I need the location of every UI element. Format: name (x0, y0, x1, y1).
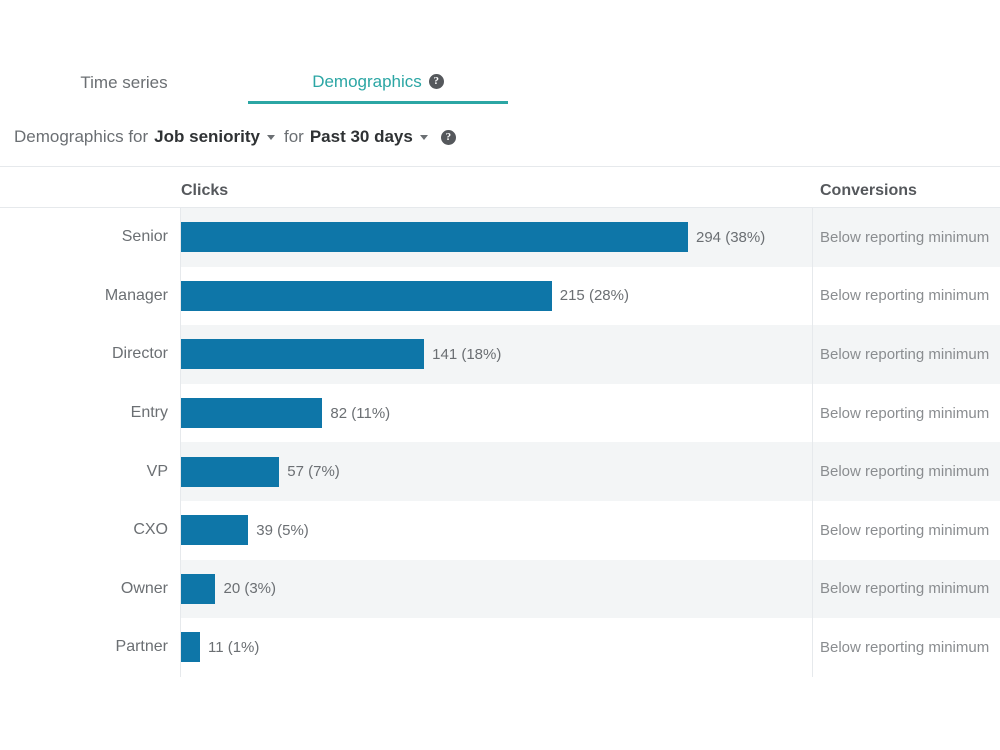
chevron-down-icon-dimension[interactable] (266, 134, 275, 140)
table-row[interactable]: Director 141 (18%) Below reporting minimum (0, 325, 1000, 384)
column-divider-right (812, 618, 813, 677)
tab-demographics[interactable]: Demographics ? (248, 66, 508, 104)
clicks-bar[interactable] (181, 222, 688, 253)
clicks-cell: 11 (1%) (181, 618, 259, 677)
clicks-cell: 57 (7%) (181, 442, 340, 501)
clicks-cell: 39 (5%) (181, 501, 309, 560)
filter-prefix-label: Demographics for (14, 127, 149, 146)
conversions-cell: Below reporting minimum (820, 521, 990, 539)
conversions-cell: Below reporting minimum (820, 287, 990, 305)
row-category-label: CXO (0, 500, 168, 560)
clicks-cell: 20 (3%) (181, 560, 276, 619)
clicks-value-label: 82 (11%) (330, 404, 391, 422)
table-row[interactable]: Entry 82 (11%) Below reporting minimum (0, 383, 1000, 443)
conversions-cell: Below reporting minimum (820, 345, 990, 363)
column-header-clicks: Clicks (181, 182, 229, 199)
demographics-table: Clicks Conversions Senior 294 (38%) Below … (0, 166, 1000, 677)
table-header-row: Clicks Conversions (0, 167, 1000, 208)
column-divider-right (812, 442, 813, 501)
table-row[interactable]: VP 57 (7%) Below reporting minimum (0, 442, 1000, 501)
conversions-cell: Below reporting minimum (820, 638, 990, 656)
clicks-bar[interactable] (181, 515, 249, 546)
clicks-cell: 215 (28%) (181, 267, 629, 326)
chevron-down-icon-date-range[interactable] (419, 134, 428, 140)
clicks-value-label: 39 (5%) (256, 521, 309, 539)
clicks-value-label: 20 (3%) (223, 580, 277, 598)
column-header-conversions: Conversions (820, 182, 917, 199)
table-row[interactable]: Partner 11 (1%) Below reporting minimum (0, 618, 1000, 677)
clicks-value-label: 215 (28%) (559, 287, 629, 305)
clicks-value-label: 57 (7%) (287, 463, 340, 481)
clicks-bar[interactable] (181, 456, 280, 487)
column-divider-left (180, 500, 181, 560)
clicks-bar[interactable] (181, 573, 216, 604)
dimension-dropdown-value[interactable]: Job seniority (154, 127, 260, 147)
filter-connector-label: for (283, 127, 304, 146)
column-divider-right (812, 500, 813, 560)
row-category-label: Entry (0, 383, 168, 443)
demographics-filter-bar: Demographics for Job seniority for Past … (14, 127, 456, 147)
clicks-cell: 294 (38%) (181, 208, 765, 267)
clicks-bar[interactable] (181, 632, 200, 663)
column-divider-left (180, 383, 181, 443)
column-divider-left (180, 442, 181, 501)
tab-time-series-label: Time series (80, 73, 168, 92)
clicks-cell: 82 (11%) (181, 384, 390, 443)
column-divider-right (812, 559, 813, 619)
row-category-label: Manager (0, 266, 168, 326)
column-divider-left (180, 559, 181, 619)
table-body: Senior 294 (38%) Below reporting minimum Ma… (0, 208, 1000, 677)
conversions-cell: Below reporting minimum (820, 463, 990, 481)
clicks-value-label: 11 (1%) (207, 638, 260, 656)
row-category-label: Owner (0, 559, 168, 619)
row-category-label: VP (0, 442, 168, 501)
clicks-value-label: 294 (38%) (696, 228, 766, 246)
table-row[interactable]: Manager 215 (28%) Below reporting minimum (0, 266, 1000, 326)
column-divider-left (180, 266, 181, 326)
table-row[interactable]: Senior 294 (38%) Below reporting minimum (0, 208, 1000, 267)
column-divider-left (180, 208, 181, 267)
clicks-cell: 141 (18%) (181, 325, 501, 384)
date-range-dropdown-value[interactable]: Past 30 days (310, 127, 413, 147)
row-category-label: Senior (0, 208, 168, 267)
column-divider-left (180, 325, 181, 384)
clicks-bar[interactable] (181, 398, 323, 429)
conversions-cell: Below reporting minimum (820, 580, 990, 598)
column-divider-left (180, 618, 181, 677)
column-divider-right (812, 383, 813, 443)
clicks-value-label: 141 (18%) (432, 345, 502, 363)
help-icon-filter[interactable]: ? (440, 129, 456, 145)
column-divider-right (812, 208, 813, 267)
clicks-bar[interactable] (181, 280, 552, 311)
clicks-bar[interactable] (181, 339, 425, 370)
column-divider-right (812, 325, 813, 384)
row-category-label: Director (0, 325, 168, 384)
tab-time-series[interactable]: Time series (0, 66, 248, 104)
analytics-tabs: Time series Demographics ? (0, 66, 1000, 106)
help-icon[interactable]: ? (428, 74, 444, 89)
row-category-label: Partner (0, 618, 168, 677)
table-row[interactable]: Owner 20 (3%) Below reporting minimum (0, 559, 1000, 619)
tab-demographics-label: Demographics (312, 71, 422, 91)
conversions-cell: Below reporting minimum (820, 228, 990, 246)
conversions-cell: Below reporting minimum (820, 404, 990, 422)
column-divider-right (812, 266, 813, 326)
table-row[interactable]: CXO 39 (5%) Below reporting minimum (0, 500, 1000, 560)
